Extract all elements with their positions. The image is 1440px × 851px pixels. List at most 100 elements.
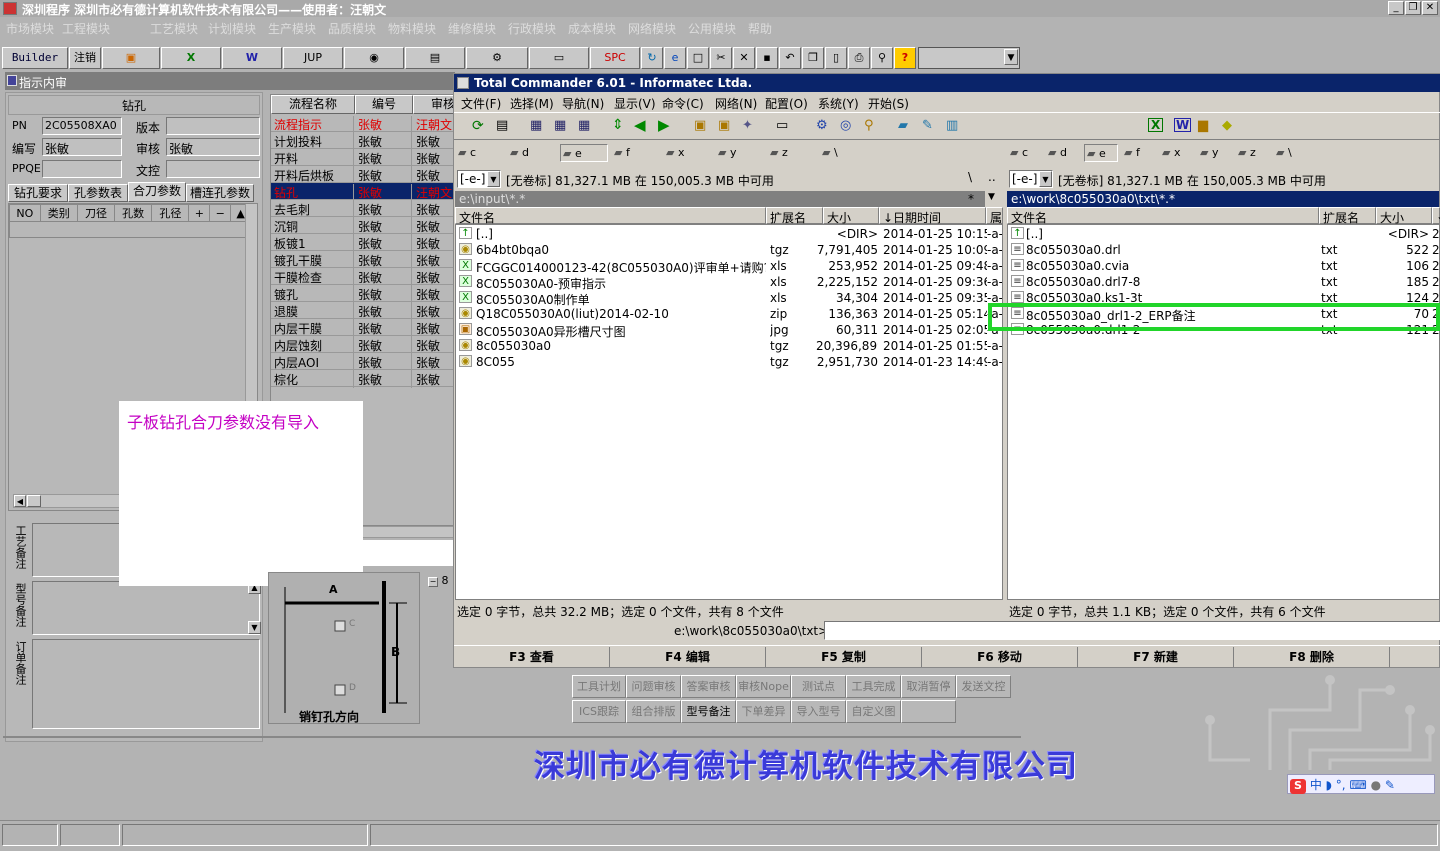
bottom-btn-r1-4[interactable]: 测试点 <box>791 675 846 698</box>
bottom-btn-r2-3[interactable]: 下单差异 <box>736 700 791 723</box>
calendar-icon[interactable]: ▣ <box>102 47 160 69</box>
chevron-down-icon[interactable]: ▼ <box>1039 171 1052 187</box>
left-up-button[interactable]: .. <box>988 170 996 184</box>
controller-field[interactable] <box>166 160 260 178</box>
computer-icon[interactable]: ▭ <box>529 47 589 69</box>
tc-menu-item-8[interactable]: 开始(S) <box>868 95 909 112</box>
drive-button-right-1[interactable]: ▰ d <box>1046 144 1080 162</box>
new-icon[interactable]: □ <box>687 47 709 69</box>
left-col-header-2[interactable]: 大小 <box>823 207 879 225</box>
menu-item-3[interactable]: 计划模块 <box>208 20 256 37</box>
scroll-down-icon[interactable]: ▼ <box>248 621 261 634</box>
drive-button-left-1[interactable]: ▰ d <box>508 144 556 162</box>
process-row[interactable]: 沉铜 张敏 张敏 <box>271 217 455 235</box>
tc-list-icon[interactable]: ▥ <box>946 118 958 133</box>
find-icon[interactable]: ⚲ <box>871 47 893 69</box>
delete-icon[interactable]: ✕ <box>733 47 755 69</box>
process-row[interactable]: 镀孔 张敏 张敏 <box>271 285 455 303</box>
menu-item-4[interactable]: 生产模块 <box>268 20 316 37</box>
drive-button-right-4[interactable]: ▰ x <box>1160 144 1194 162</box>
fkey-button-4[interactable]: F7 新建 <box>1078 647 1234 667</box>
spc-button[interactable]: SPC <box>590 47 640 69</box>
bottom-btn-r1-2[interactable]: 答案审核 <box>681 675 736 698</box>
menu-item-2[interactable]: 工艺模块 <box>150 20 198 37</box>
right-col-header-0[interactable]: 文件名 <box>1007 207 1319 225</box>
help-icon[interactable]: ? <box>894 47 916 69</box>
left-col-header-1[interactable]: 扩展名 <box>766 207 823 225</box>
right-col-header-3[interactable]: ↓ <box>1432 207 1440 224</box>
tc-menu-item-3[interactable]: 显示(V) <box>614 95 656 112</box>
right-file-row[interactable]: ↑ [..] <DIR> 2 <box>1008 226 1439 242</box>
right-col-header-2[interactable]: 大小 <box>1376 207 1432 225</box>
left-history-button[interactable]: * <box>968 192 974 206</box>
tc-menu-item-1[interactable]: 选择(M) <box>510 95 554 112</box>
bottom-btn-r1-1[interactable]: 问题审核 <box>626 675 681 698</box>
close-icon[interactable]: ✕ <box>1422 1 1438 15</box>
menu-item-11[interactable]: 公用模块 <box>688 20 736 37</box>
network-icon[interactable]: ⚙ <box>466 47 528 69</box>
command-input[interactable] <box>824 621 1440 640</box>
scroll-thumb[interactable] <box>27 495 41 507</box>
save-icon[interactable]: ▪ <box>756 47 778 69</box>
version-field[interactable] <box>166 117 260 135</box>
drive-button-right-0[interactable]: ▰ c <box>1008 144 1042 162</box>
pn-field[interactable]: 2C05508XA0 <box>42 117 122 135</box>
drive-button-right-3[interactable]: ▰ f <box>1122 144 1156 162</box>
cut-icon[interactable]: ✂ <box>710 47 732 69</box>
left-file-row[interactable]: X 8C055030A0-预审指示 xls 2,225,152 2014-01-25 0… <box>456 274 1002 291</box>
drill-tab-2[interactable]: 合刀参数 <box>128 182 186 202</box>
eye-icon[interactable]: ◉ <box>344 47 404 69</box>
drive-button-left-3[interactable]: ▰ f <box>612 144 660 162</box>
left-drive-combo[interactable]: [-e-] ▼ <box>457 170 501 188</box>
right-file-row[interactable]: ≡ 8c055030a0.drl7-8 txt 185 2 <box>1008 274 1439 290</box>
bottom-btn-r1-0[interactable]: 工具计划 <box>572 675 626 698</box>
menu-item-6[interactable]: 物料模块 <box>388 20 436 37</box>
menu-item-0[interactable]: 市场模块 <box>6 20 54 37</box>
tc-net-icon[interactable]: ⚙ <box>816 118 828 133</box>
ime-bar[interactable]: S 中 ◗ °, ⌨ ● ✎ <box>1287 774 1435 794</box>
tc-pack-icon[interactable]: ▣ <box>694 118 706 133</box>
model-note-field[interactable] <box>32 581 260 635</box>
jup-button[interactable]: JUP <box>283 47 343 69</box>
drive-button-left-6[interactable]: ▰ z <box>768 144 816 162</box>
tc-word-icon[interactable]: W <box>1174 118 1192 132</box>
process-row[interactable]: 板镀1 张敏 张敏 <box>271 234 455 252</box>
process-row[interactable]: 镀孔干膜 张敏 张敏 <box>271 251 455 269</box>
drive-button-left-7[interactable]: ▰ \ <box>820 144 868 162</box>
tc-full-icon[interactable]: ▦ <box>554 118 566 133</box>
menu-item-9[interactable]: 成本模块 <box>568 20 616 37</box>
bottom-btn-r2-6[interactable] <box>901 700 956 723</box>
process-row[interactable]: 退膜 张敏 张敏 <box>271 302 455 320</box>
process-row[interactable]: 去毛刺 张敏 张敏 <box>271 200 455 218</box>
tc-cube-icon[interactable]: ◆ <box>1222 118 1232 133</box>
ie-icon[interactable]: e <box>664 47 686 69</box>
drive-button-left-5[interactable]: ▰ y <box>716 144 764 162</box>
drill-tab-3[interactable]: 槽连孔参数 <box>186 184 254 202</box>
bottom-btn-r1-5[interactable]: 工具完成 <box>846 675 901 698</box>
excel-icon[interactable]: X <box>161 47 221 69</box>
menu-item-7[interactable]: 维修模块 <box>448 20 496 37</box>
menu-item-5[interactable]: 品质模块 <box>328 20 376 37</box>
left-file-row[interactable]: ▣ 8C055030A0异形槽尺寸图 jpg 60,311 2014-01-25 02:… <box>456 322 1002 339</box>
tc-edit-icon[interactable]: ✎ <box>922 118 933 133</box>
left-root-button[interactable]: \ <box>968 170 972 184</box>
fkey-button-2[interactable]: F5 复制 <box>766 647 922 667</box>
tc-unpack-icon[interactable]: ▣ <box>718 118 730 133</box>
drive-button-right-7[interactable]: ▰ \ <box>1274 144 1308 162</box>
tc-menu-item-6[interactable]: 配置(O) <box>765 95 808 112</box>
left-file-row[interactable]: X FCGGC014000123-42(8C055030A0)评审单+请购?. xl… <box>456 258 1002 275</box>
left-file-row[interactable]: ◉ Q18C055030A0(liut)2014-02-10 zip 136,363 2… <box>456 306 1002 322</box>
bottom-btn-r2-1[interactable]: 组合排版 <box>626 700 681 723</box>
menu-item-12[interactable]: 帮助 <box>748 20 772 37</box>
left-col-header-0[interactable]: 文件名 <box>455 207 766 225</box>
tc-back-icon[interactable]: ◀ <box>634 116 646 134</box>
fkey-button-0[interactable]: F3 查看 <box>454 647 610 667</box>
drive-button-left-0[interactable]: ▰ c <box>456 144 504 162</box>
ppqe-field[interactable] <box>42 160 122 178</box>
process-row[interactable]: 开料 张敏 张敏 <box>271 149 455 167</box>
fkey-button-1[interactable]: F4 编辑 <box>610 647 766 667</box>
tc-menu-item-4[interactable]: 命令(C) <box>662 95 704 112</box>
preview-icon[interactable]: ▯ <box>825 47 847 69</box>
builder-button[interactable]: Builder <box>2 47 68 69</box>
process-row[interactable]: 内层干膜 张敏 张敏 <box>271 319 455 337</box>
